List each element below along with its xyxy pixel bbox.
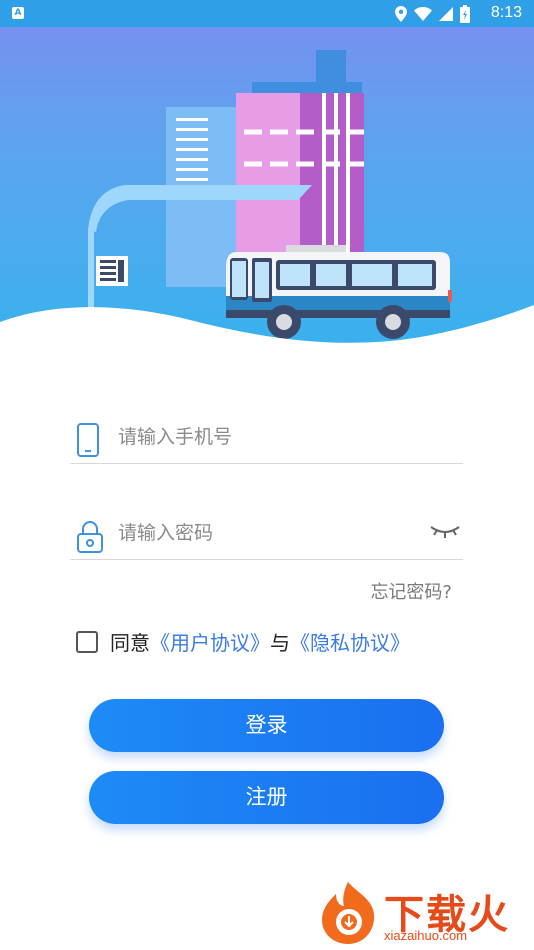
password-input[interactable]: [116, 515, 420, 551]
status-time: 8:13: [490, 4, 522, 21]
phone-icon: [77, 423, 99, 457]
agreement-row: 同意 《用户协议》 与 《隐私协议》: [76, 627, 410, 656]
login-button[interactable]: 登录: [89, 699, 444, 752]
signal-icon: [439, 7, 453, 21]
register-button[interactable]: 注册: [89, 771, 444, 824]
watermark-url: xiazaihuo.com: [384, 928, 468, 943]
password-field: [70, 507, 463, 560]
forgot-password-link[interactable]: 忘记密码?: [370, 578, 452, 604]
agreement-checkbox[interactable]: [76, 630, 98, 653]
watermark: 下载火 xiazaihuo.com: [318, 880, 528, 948]
status-icons: [395, 5, 470, 23]
app-notification-icon: A: [12, 7, 24, 19]
city-bus-illustration: [0, 50, 534, 360]
lock-icon: [77, 521, 103, 553]
wifi-icon: [414, 7, 432, 21]
battery-icon: [460, 5, 470, 23]
status-bar: A 8:13: [0, 0, 534, 27]
location-icon: [395, 6, 407, 22]
flame-logo-icon: [322, 882, 375, 944]
user-agreement-link[interactable]: 《用户协议》: [150, 627, 270, 656]
phone-input[interactable]: [116, 419, 420, 455]
eye-closed-icon[interactable]: [429, 523, 461, 539]
agree-conjunction: 与: [270, 631, 290, 655]
phone-field: [70, 411, 463, 464]
header-banner: [0, 0, 534, 360]
privacy-policy-link[interactable]: 《隐私协议》: [290, 627, 410, 656]
agree-prefix: 同意: [110, 631, 150, 655]
